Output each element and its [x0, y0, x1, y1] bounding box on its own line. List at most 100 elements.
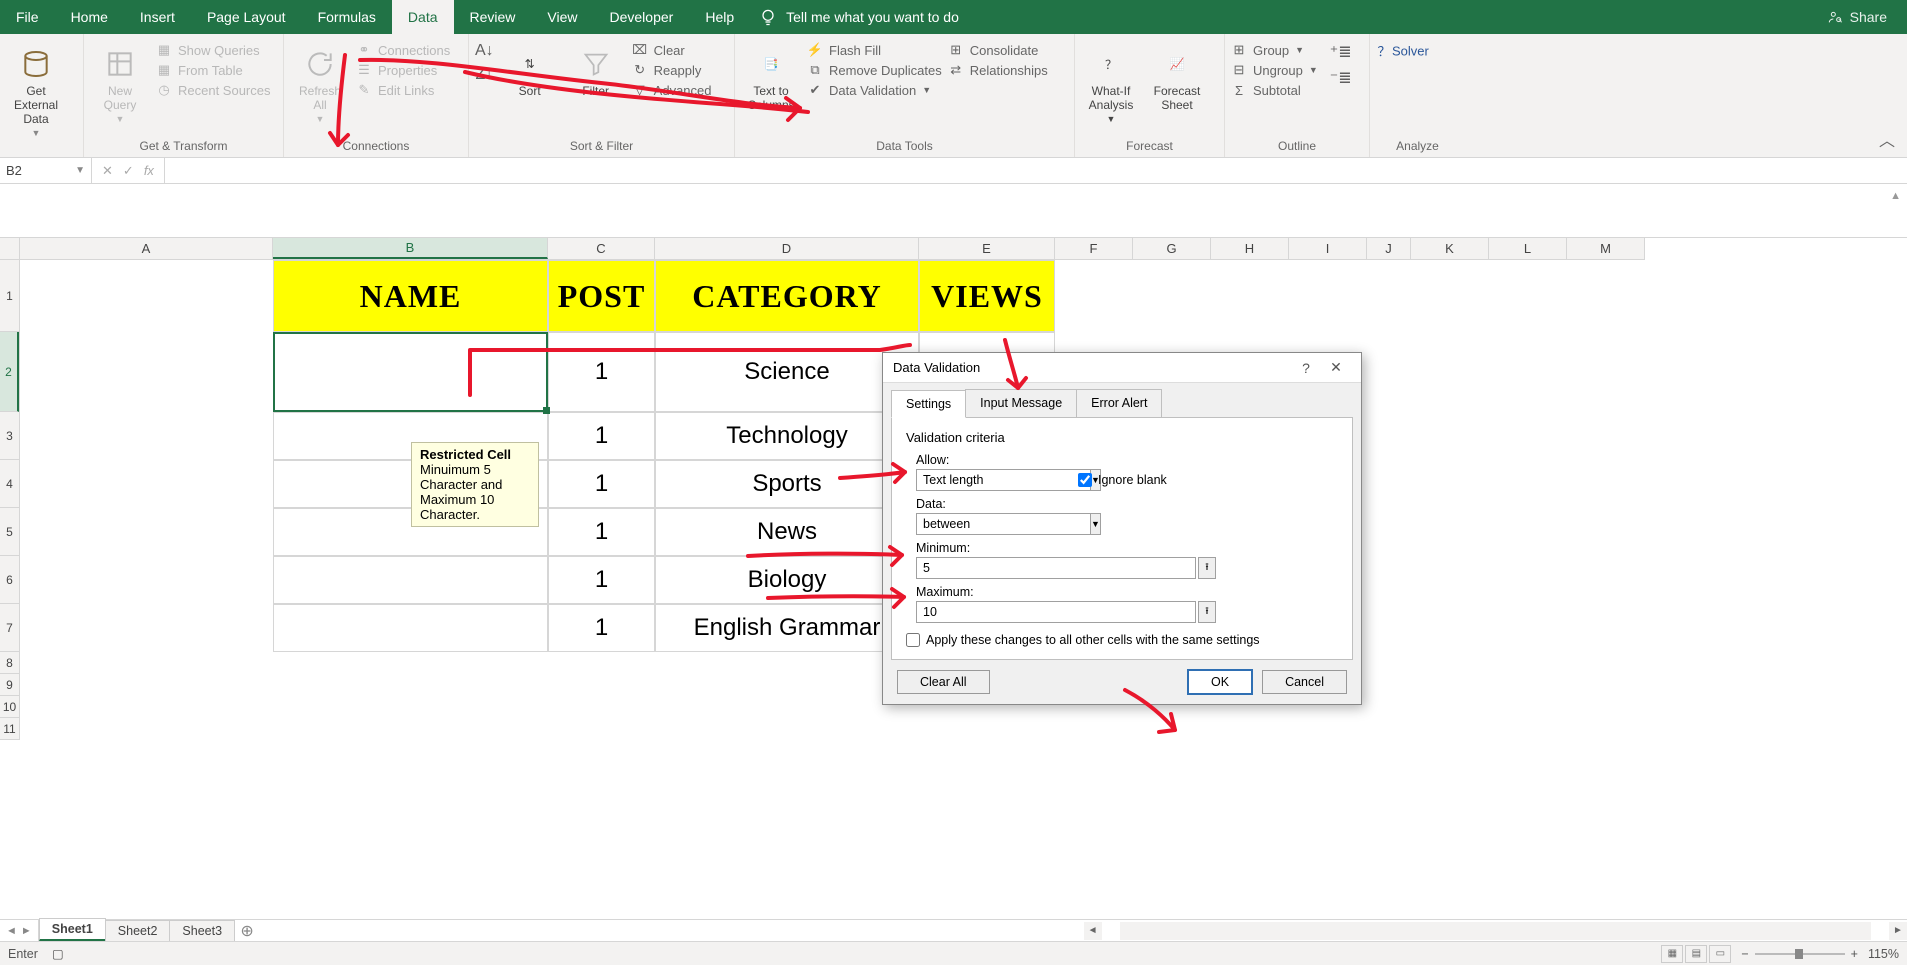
tab-home[interactable]: Home	[55, 0, 124, 34]
cell-C5[interactable]: 1	[548, 508, 655, 556]
flash-fill-button[interactable]: ⚡Flash Fill	[807, 42, 942, 58]
ok-button[interactable]: OK	[1188, 670, 1252, 694]
text-to-columns-button[interactable]: 📑 Text to Columns	[741, 42, 801, 112]
reapply-button[interactable]: ↻Reapply	[632, 62, 712, 78]
view-page-layout-icon[interactable]: ▤	[1685, 945, 1707, 963]
cell-B7[interactable]	[273, 604, 548, 652]
maximum-field[interactable]: ⭱	[916, 601, 1216, 623]
tab-file[interactable]: File	[0, 0, 55, 34]
get-external-data-button[interactable]: Get External Data ▼	[6, 42, 66, 138]
show-queries-button[interactable]: ▦Show Queries	[156, 42, 271, 58]
row-header-3[interactable]: 3	[0, 412, 19, 460]
consolidate-button[interactable]: ⊞Consolidate	[948, 42, 1048, 58]
tab-developer[interactable]: Developer	[594, 0, 690, 34]
cell-C4[interactable]: 1	[548, 460, 655, 508]
sort-desc-icon[interactable]: Z↓	[475, 66, 493, 84]
group-button[interactable]: ⊞Group ▼	[1231, 42, 1318, 58]
allow-combo[interactable]: ▼	[916, 469, 1066, 491]
subtotal-button[interactable]: ΣSubtotal	[1231, 82, 1318, 98]
col-header-L[interactable]: L	[1489, 238, 1567, 259]
row-header-10[interactable]: 10	[0, 696, 19, 718]
row-header-6[interactable]: 6	[0, 556, 19, 604]
cell-C6[interactable]: 1	[548, 556, 655, 604]
col-header-H[interactable]: H	[1211, 238, 1289, 259]
zoom-slider[interactable]	[1755, 953, 1845, 955]
close-icon[interactable]: ✕	[1321, 359, 1351, 376]
fx-icon[interactable]: fx	[144, 163, 154, 178]
col-header-B[interactable]: B	[273, 238, 548, 259]
new-query-button[interactable]: New Query ▼	[90, 42, 150, 124]
scroll-right-icon[interactable]: ►	[1889, 922, 1907, 940]
share-button[interactable]: Share	[1828, 9, 1887, 25]
row-header-7[interactable]: 7	[0, 604, 19, 652]
cell-B2[interactable]	[273, 332, 548, 412]
recent-sources-button[interactable]: ◷Recent Sources	[156, 82, 271, 98]
row-header-4[interactable]: 4	[0, 460, 19, 508]
cell-D2[interactable]: Science	[655, 332, 919, 412]
cancel-formula-icon[interactable]: ✕	[102, 163, 113, 179]
sort-asc-icon[interactable]: A↓	[475, 42, 494, 60]
name-box[interactable]: B2 ▼	[0, 158, 92, 183]
zoom-out-icon[interactable]: −	[1741, 947, 1748, 961]
col-header-F[interactable]: F	[1055, 238, 1133, 259]
cell-C1[interactable]: Post	[548, 260, 655, 332]
help-icon[interactable]: ?	[1291, 360, 1321, 376]
scroll-left-icon[interactable]: ◄	[1084, 922, 1102, 940]
solver-button[interactable]: ？Solver	[1376, 42, 1429, 59]
row-header-2[interactable]: 2	[0, 332, 19, 412]
minimum-input[interactable]	[916, 557, 1196, 579]
data-combo[interactable]: ▼	[916, 513, 1066, 535]
sort-button[interactable]: ⇅ Sort	[500, 42, 560, 98]
outline-expand-icon[interactable]: ⁺≣	[1330, 42, 1352, 62]
cell-D3[interactable]: Technology	[655, 412, 919, 460]
row-header-9[interactable]: 9	[0, 674, 19, 696]
tab-view[interactable]: View	[531, 0, 593, 34]
zoom-in-icon[interactable]: +	[1851, 947, 1858, 961]
row-header-1[interactable]: 1	[0, 260, 19, 332]
sheet-tab-3[interactable]: Sheet3	[169, 920, 235, 941]
properties-button[interactable]: ☰Properties	[356, 62, 450, 78]
collapse-icon[interactable]: ▲	[1890, 190, 1901, 202]
apply-all-checkbox[interactable]: Apply these changes to all other cells w…	[906, 633, 1338, 647]
nav-prev-icon[interactable]: ►	[21, 925, 32, 937]
maximum-input[interactable]	[916, 601, 1196, 623]
view-normal-icon[interactable]: ▦	[1661, 945, 1683, 963]
forecast-sheet-button[interactable]: 📈 Forecast Sheet	[1147, 42, 1207, 112]
minimum-field[interactable]: ⭱	[916, 557, 1216, 579]
tab-error-alert[interactable]: Error Alert	[1076, 389, 1162, 417]
what-if-button[interactable]: ？ What-If Analysis ▼	[1081, 42, 1141, 124]
enter-formula-icon[interactable]: ✓	[123, 163, 134, 179]
connections-button[interactable]: ⚭Connections	[356, 42, 450, 58]
tab-formulas[interactable]: Formulas	[302, 0, 392, 34]
outline-collapse-icon[interactable]: ⁻≣	[1330, 68, 1352, 88]
cell-D7[interactable]: English Grammar	[655, 604, 919, 652]
chevron-down-icon[interactable]: ▼	[1091, 513, 1101, 535]
col-header-E[interactable]: E	[919, 238, 1055, 259]
cell-D6[interactable]: Biology	[655, 556, 919, 604]
row-header-8[interactable]: 8	[0, 652, 19, 674]
chevron-down-icon[interactable]: ▼	[75, 165, 85, 176]
add-sheet-button[interactable]: ⊕	[234, 921, 260, 941]
clear-all-button[interactable]: Clear All	[897, 670, 990, 694]
col-header-K[interactable]: K	[1411, 238, 1489, 259]
cell-B1[interactable]: Name	[273, 260, 548, 332]
tab-help[interactable]: Help	[689, 0, 750, 34]
data-validation-button[interactable]: ✔Data Validation ▼	[807, 82, 942, 98]
cell-D5[interactable]: News	[655, 508, 919, 556]
edit-links-button[interactable]: ✎Edit Links	[356, 82, 450, 98]
relationships-button[interactable]: ⇄Relationships	[948, 62, 1048, 78]
data-value[interactable]	[916, 513, 1091, 535]
tell-me[interactable]: Tell me what you want to do	[758, 7, 959, 27]
from-table-button[interactable]: ▦From Table	[156, 62, 271, 78]
zoom-value[interactable]: 115%	[1868, 947, 1899, 961]
col-header-D[interactable]: D	[655, 238, 919, 259]
cancel-button[interactable]: Cancel	[1262, 670, 1347, 694]
col-header-G[interactable]: G	[1133, 238, 1211, 259]
row-header-11[interactable]: 11	[0, 718, 19, 740]
cell-C7[interactable]: 1	[548, 604, 655, 652]
sheet-tab-2[interactable]: Sheet2	[105, 920, 171, 941]
tab-settings[interactable]: Settings	[891, 390, 966, 418]
hscroll-track[interactable]	[1120, 922, 1871, 940]
advanced-button[interactable]: ▽Advanced	[632, 82, 712, 98]
tab-data[interactable]: Data	[392, 0, 454, 34]
